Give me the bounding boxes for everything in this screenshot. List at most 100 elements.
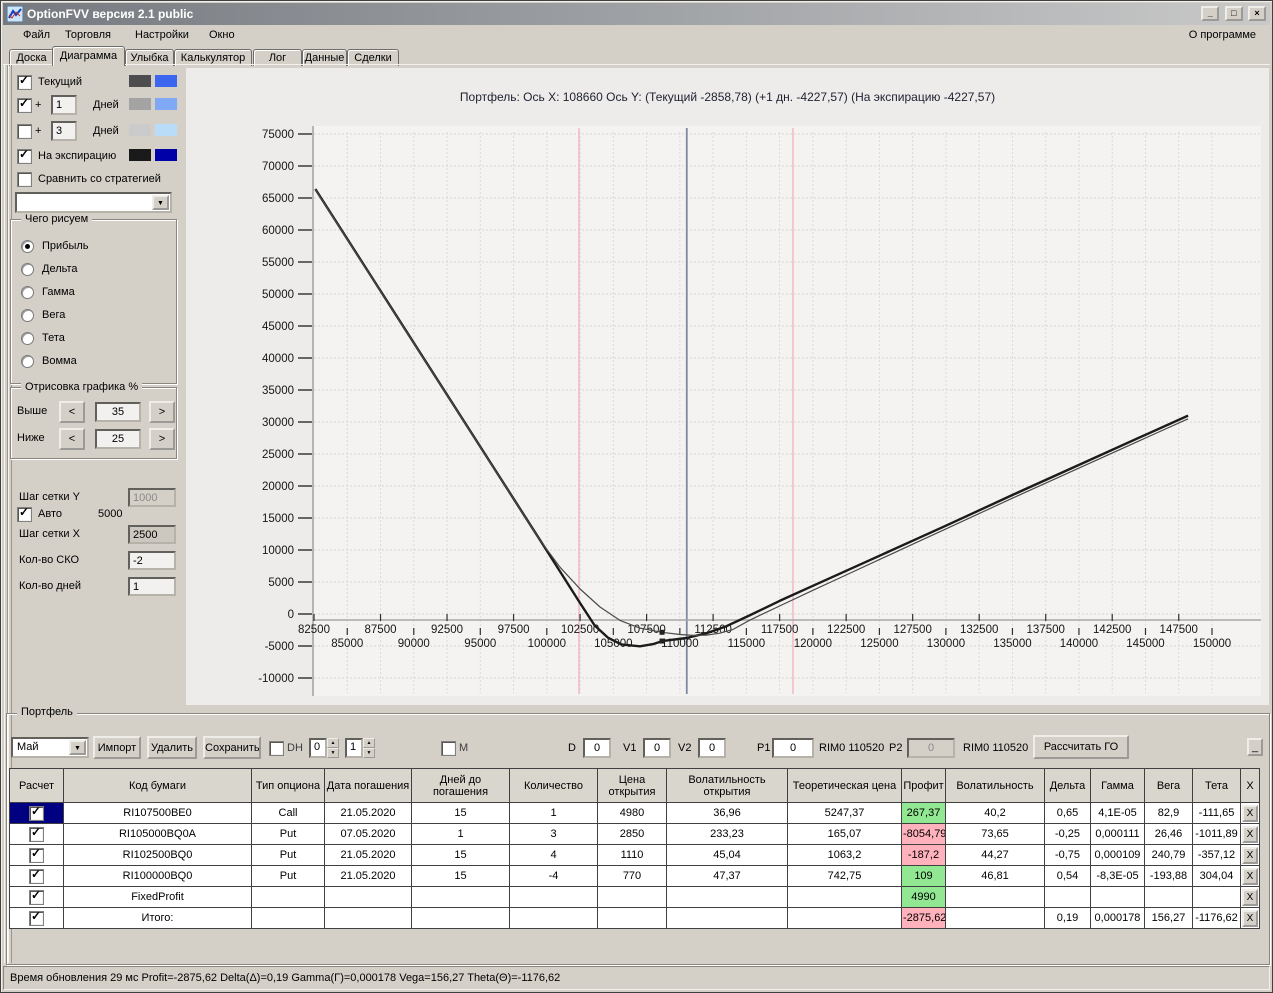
column-header-расчет[interactable]: Расчет bbox=[9, 768, 64, 803]
column-header-профит[interactable]: Профит bbox=[901, 768, 946, 803]
profit-chart-canvas[interactable]: 7500070000650006000055000500004500040000… bbox=[186, 68, 1269, 705]
row-calc-checkbox[interactable]: ✓ bbox=[29, 804, 44, 821]
row-calc-cell[interactable]: ✓ bbox=[9, 886, 64, 908]
row-calc-checkbox[interactable]: ✓ bbox=[29, 909, 44, 926]
row-calc-cell[interactable]: ✓ bbox=[9, 823, 64, 845]
row-delete-button[interactable]: X bbox=[1242, 909, 1258, 927]
month-select[interactable]: Май ▼ bbox=[11, 737, 89, 758]
column-header-цена-открытия[interactable]: Цена открытия bbox=[597, 768, 667, 803]
column-header-волатильность-открытия[interactable]: Волатильность открытия bbox=[666, 768, 788, 803]
auto-checkbox[interactable]: ✓ bbox=[17, 505, 32, 522]
save-button[interactable]: Сохранить bbox=[203, 736, 261, 759]
cell: 44,27 bbox=[945, 844, 1045, 866]
menu-item-4[interactable]: Окно bbox=[207, 28, 237, 42]
tab-диаграмма[interactable]: Диаграмма bbox=[52, 46, 125, 66]
grid-step-y-input[interactable] bbox=[128, 488, 176, 507]
column-header-код-бумаги[interactable]: Код бумаги bbox=[63, 768, 252, 803]
row-delete-button[interactable]: X bbox=[1242, 846, 1258, 864]
panel-minimize-button[interactable]: _ bbox=[1247, 738, 1263, 756]
row-delete-button[interactable]: X bbox=[1242, 867, 1258, 885]
plot-area[interactable] bbox=[313, 126, 1261, 696]
radio-вега[interactable] bbox=[21, 309, 34, 322]
cell: -357,12 bbox=[1192, 844, 1241, 866]
delete-button[interactable]: Удалить bbox=[147, 736, 197, 759]
dh-spinner-1[interactable]: 0 ▲ ▼ bbox=[309, 738, 339, 758]
calc-go-button[interactable]: Рассчитать ГО bbox=[1033, 735, 1129, 759]
column-header-вега[interactable]: Вега bbox=[1144, 768, 1193, 803]
radio-дельта[interactable] bbox=[21, 263, 34, 276]
column-header-гамма[interactable]: Гамма bbox=[1090, 768, 1145, 803]
radio-вомма[interactable] bbox=[21, 355, 34, 368]
p1-input[interactable] bbox=[772, 738, 814, 758]
radio-label-гамма: Гамма bbox=[42, 286, 75, 298]
maximize-button[interactable]: □ bbox=[1224, 6, 1243, 21]
menu-item-1[interactable]: Файл bbox=[21, 28, 52, 42]
column-header-тета[interactable]: Тета bbox=[1192, 768, 1241, 803]
column-header-волатильность[interactable]: Волатильность bbox=[945, 768, 1045, 803]
row-calc-checkbox[interactable]: ✓ bbox=[29, 867, 44, 884]
spin-up-icon[interactable]: ▲ bbox=[363, 738, 375, 748]
row-calc-checkbox[interactable]: ✓ bbox=[29, 825, 44, 842]
d-input[interactable] bbox=[583, 738, 611, 758]
check-icon: ✓ bbox=[19, 147, 30, 161]
m-checkbox[interactable] bbox=[441, 741, 456, 756]
row-delete-cell: X bbox=[1240, 907, 1260, 929]
p2-input[interactable] bbox=[907, 738, 955, 758]
row-delete-button[interactable]: X bbox=[1242, 825, 1258, 843]
column-header-количество[interactable]: Количество bbox=[509, 768, 598, 803]
legend-checkbox-4[interactable]: ✓ bbox=[17, 147, 32, 164]
import-button[interactable]: Импорт bbox=[93, 736, 141, 759]
spin-down-icon[interactable]: ▼ bbox=[327, 748, 339, 758]
radio-тета[interactable] bbox=[21, 332, 34, 345]
row-calc-cell[interactable]: ✓ bbox=[9, 844, 64, 866]
month-select-value: Май bbox=[17, 741, 39, 753]
render-increase-button-1[interactable]: > bbox=[149, 401, 175, 423]
column-header-дельта[interactable]: Дельта bbox=[1044, 768, 1091, 803]
legend-checkbox-3[interactable] bbox=[17, 124, 32, 139]
dh-checkbox[interactable] bbox=[269, 741, 284, 756]
menu-item-3[interactable]: Настройки bbox=[133, 28, 191, 42]
grid-step-x-input[interactable] bbox=[128, 525, 176, 544]
cell bbox=[666, 907, 788, 929]
spin-up-icon[interactable]: ▲ bbox=[327, 738, 339, 748]
cell: -111,65 bbox=[1192, 802, 1241, 824]
legend-checkbox-5[interactable] bbox=[17, 172, 32, 187]
row-delete-button[interactable]: X bbox=[1242, 888, 1258, 906]
sko-count-input[interactable] bbox=[128, 551, 176, 570]
row-calc-checkbox[interactable]: ✓ bbox=[29, 888, 44, 905]
render-increase-button-2[interactable]: > bbox=[149, 428, 175, 450]
row-calc-cell[interactable]: ✓ bbox=[9, 802, 64, 824]
legend-checkbox-1[interactable]: ✓ bbox=[17, 73, 32, 90]
legend-color-swatch bbox=[155, 75, 177, 87]
close-button[interactable]: × bbox=[1248, 6, 1266, 21]
chevron-down-icon[interactable]: ▼ bbox=[152, 195, 169, 210]
column-header-теоретическая-цена[interactable]: Теоретическая цена bbox=[787, 768, 902, 803]
column-header-дней-до-погашения[interactable]: Дней до погашения bbox=[411, 768, 510, 803]
row-calc-cell[interactable]: ✓ bbox=[9, 907, 64, 929]
profit-chart[interactable]: Портфель: Ось X: 108660 Ось Y: (Текущий … bbox=[186, 68, 1269, 705]
chevron-down-icon[interactable]: ▼ bbox=[69, 740, 86, 755]
menu-about[interactable]: О программе bbox=[1189, 29, 1256, 41]
days-count-input[interactable] bbox=[128, 577, 176, 596]
render-decrease-button-1[interactable]: < bbox=[59, 401, 85, 423]
row-calc-checkbox[interactable]: ✓ bbox=[29, 846, 44, 863]
legend-days-input-2[interactable] bbox=[51, 95, 77, 115]
radio-прибыль[interactable] bbox=[21, 240, 34, 253]
v2-input[interactable] bbox=[698, 738, 726, 758]
render-decrease-button-2[interactable]: < bbox=[59, 428, 85, 450]
column-header-дата-погашения[interactable]: Дата погашения bbox=[324, 768, 412, 803]
legend-checkbox-2[interactable]: ✓ bbox=[17, 96, 32, 113]
v1-input[interactable] bbox=[643, 738, 671, 758]
column-header-тип-опциона[interactable]: Тип опциона bbox=[251, 768, 325, 803]
legend-days-input-3[interactable] bbox=[51, 121, 77, 141]
minimize-button[interactable]: _ bbox=[1201, 6, 1220, 21]
dh-spinner-2[interactable]: 1 ▲ ▼ bbox=[345, 738, 375, 758]
title-bar[interactable]: OptionFVV версия 2.1 public _ □ × bbox=[3, 3, 1270, 25]
radio-гамма[interactable] bbox=[21, 286, 34, 299]
column-header-x[interactable]: X bbox=[1240, 768, 1260, 803]
menu-item-2[interactable]: Торговля bbox=[63, 28, 113, 42]
spin-down-icon[interactable]: ▼ bbox=[363, 748, 375, 758]
strategy-select[interactable]: ▼ bbox=[15, 192, 172, 213]
row-delete-button[interactable]: X bbox=[1242, 804, 1258, 822]
row-calc-cell[interactable]: ✓ bbox=[9, 865, 64, 887]
